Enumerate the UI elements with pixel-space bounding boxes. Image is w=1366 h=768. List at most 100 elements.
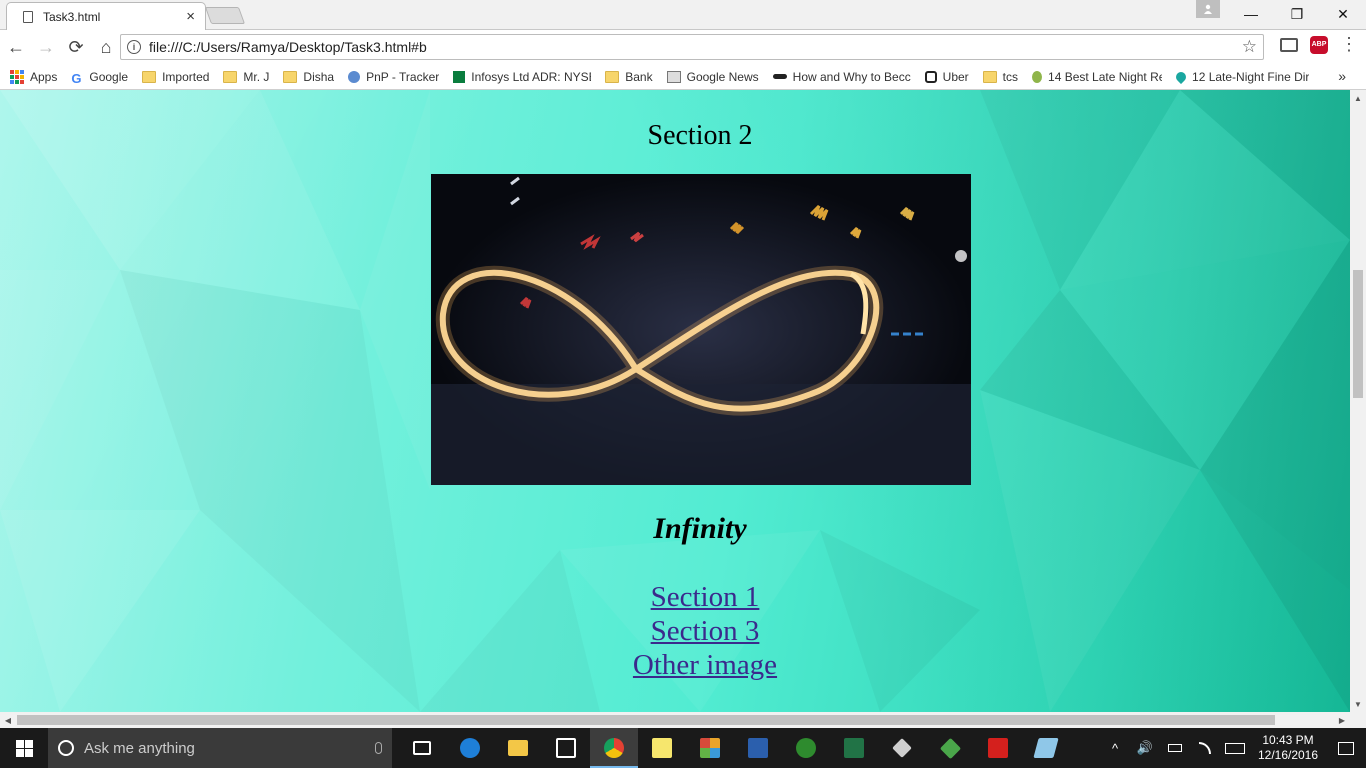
word-button[interactable] [734, 728, 782, 768]
bookmark-star-icon[interactable]: ☆ [1242, 37, 1257, 57]
cortana-icon [58, 740, 74, 756]
vertical-scrollbar[interactable]: ▲ ▼ [1350, 90, 1366, 712]
bookmark-pnp-tracker[interactable]: PnP - Tracker [348, 70, 439, 84]
start-button[interactable] [0, 728, 48, 768]
store-button[interactable] [542, 728, 590, 768]
bookmark-apps[interactable]: Apps [10, 69, 57, 84]
acrobat-icon [988, 738, 1008, 758]
apps-grid-icon [10, 69, 24, 84]
url-text[interactable]: file:///C:/Users/Ramya/Desktop/Task3.htm… [149, 39, 1242, 55]
tab-task3[interactable]: Task3.html × [6, 2, 206, 30]
edge-icon [460, 738, 480, 758]
bookmarks-overflow-button[interactable]: » [1338, 68, 1346, 84]
toolbar-extensions: ABP ⋮ [1280, 34, 1358, 55]
pinned-apps [398, 728, 1070, 768]
show-hidden-icons-button[interactable]: ^ [1100, 728, 1130, 768]
bookmark-google-news[interactable]: Google News [666, 70, 759, 84]
bookmark-tcs[interactable]: tcs [982, 70, 1018, 84]
minimize-button[interactable]: — [1228, 0, 1274, 28]
back-button[interactable]: ← [2, 33, 30, 61]
microphone-icon[interactable] [375, 742, 382, 754]
page-viewport: Section 2 Infinity Section 1 Section 3 O… [0, 90, 1350, 712]
bookmark-uber[interactable]: Uber [924, 70, 969, 84]
bookmark-mr-j[interactable]: Mr. J [223, 70, 269, 84]
bookmark-disha[interactable]: Disha [283, 70, 334, 84]
excel-button[interactable] [830, 728, 878, 768]
cortana-search-box[interactable]: Ask me anything [48, 728, 392, 768]
function-app-button[interactable] [782, 728, 830, 768]
tab-close-button[interactable]: × [186, 9, 195, 24]
clock[interactable]: 10:43 PM 12/16/2016 [1250, 733, 1326, 763]
tab-strip: Task3.html × — ❐ ✕ [0, 0, 1366, 30]
bookmark-14-best[interactable]: 14 Best Late Night Re [1032, 70, 1162, 84]
profile-button[interactable] [1196, 0, 1220, 18]
clock-date: 12/16/2016 [1257, 748, 1319, 762]
wifi-icon[interactable] [1190, 728, 1220, 768]
chrome-button[interactable] [590, 728, 638, 768]
system-tray: ^ 🔊 10:43 PM 12/16/2016 [1100, 728, 1366, 768]
chrome-icon [604, 738, 624, 758]
home-button[interactable]: ⌂ [92, 33, 120, 61]
bookmark-google[interactable]: G Google [71, 70, 128, 84]
volume-icon[interactable]: 🔊 [1130, 728, 1160, 768]
vertical-scroll-thumb[interactable] [1353, 270, 1363, 398]
link-section-1[interactable]: Section 1 [0, 580, 1350, 614]
chrome-menu-icon[interactable]: ⋮ [1340, 34, 1358, 55]
scroll-down-arrow-icon[interactable]: ▼ [1350, 696, 1366, 712]
horizontal-scroll-thumb[interactable] [17, 715, 1275, 725]
sparkler-infinity-image [431, 174, 971, 485]
horizontal-scrollbar[interactable]: ◀ ▶ [0, 712, 1366, 728]
task-view-icon [413, 741, 431, 755]
link-other-image[interactable]: Other image [0, 648, 1350, 682]
link-section-3[interactable]: Section 3 [0, 614, 1350, 648]
task-view-button[interactable] [398, 728, 446, 768]
cast-icon[interactable] [1280, 37, 1298, 52]
new-tab-button[interactable] [204, 7, 246, 24]
bookmark-how-and-why[interactable]: How and Why to Becc [772, 70, 911, 84]
scroll-up-arrow-icon[interactable]: ▲ [1350, 90, 1366, 106]
function-app-icon [796, 738, 816, 758]
folder-icon [605, 70, 620, 83]
bookmark-bank[interactable]: Bank [605, 70, 653, 84]
keyboard-icon[interactable] [1220, 728, 1250, 768]
git-button[interactable] [926, 728, 974, 768]
sticky-notes-button[interactable] [638, 728, 686, 768]
store-icon [556, 738, 576, 758]
maximize-button[interactable]: ❐ [1274, 0, 1320, 28]
reload-button[interactable]: ⟳ [62, 33, 90, 61]
mustache-icon [772, 74, 787, 79]
battery-icon[interactable] [1160, 728, 1190, 768]
ms-app-button[interactable] [686, 728, 734, 768]
pen-app-icon [892, 738, 912, 758]
document-icon [23, 10, 33, 23]
bookmarks-bar: Apps G Google Imported Mr. J Disha PnP -… [0, 64, 1366, 90]
excel-icon [844, 738, 864, 758]
acrobat-button[interactable] [974, 728, 1022, 768]
folder-icon [283, 70, 298, 83]
bookmark-infosys[interactable]: Infosys Ltd ADR: NYSE [453, 70, 591, 84]
google-icon: G [71, 70, 82, 84]
word-icon [748, 738, 768, 758]
forward-button[interactable]: → [32, 33, 60, 61]
scroll-left-arrow-icon[interactable]: ◀ [0, 712, 16, 728]
git-icon [939, 737, 961, 759]
action-center-icon[interactable] [1326, 728, 1366, 768]
bookmark-imported[interactable]: Imported [142, 70, 209, 84]
info-icon[interactable]: i [127, 40, 141, 54]
file-explorer-icon [508, 740, 528, 756]
bookmark-12-late-night[interactable]: 12 Late-Night Fine Dir [1176, 69, 1309, 84]
notepad-icon [1033, 738, 1059, 758]
edge-button[interactable] [446, 728, 494, 768]
map-pin-icon [1176, 69, 1189, 84]
windows-taskbar: Ask me anything ^ 🔊 10:43 PM 12/16/2016 [0, 728, 1366, 768]
pen-app-button[interactable] [878, 728, 926, 768]
scroll-right-arrow-icon[interactable]: ▶ [1334, 712, 1350, 728]
file-explorer-button[interactable] [494, 728, 542, 768]
close-window-button[interactable]: ✕ [1320, 0, 1366, 28]
adblock-plus-icon[interactable]: ABP [1310, 35, 1328, 54]
image-caption: Infinity [653, 512, 747, 545]
person-icon [1204, 4, 1212, 14]
address-bar[interactable]: i file:///C:/Users/Ramya/Desktop/Task3.h… [120, 34, 1264, 60]
folder-icon [142, 70, 157, 83]
notepad-button[interactable] [1022, 728, 1070, 768]
